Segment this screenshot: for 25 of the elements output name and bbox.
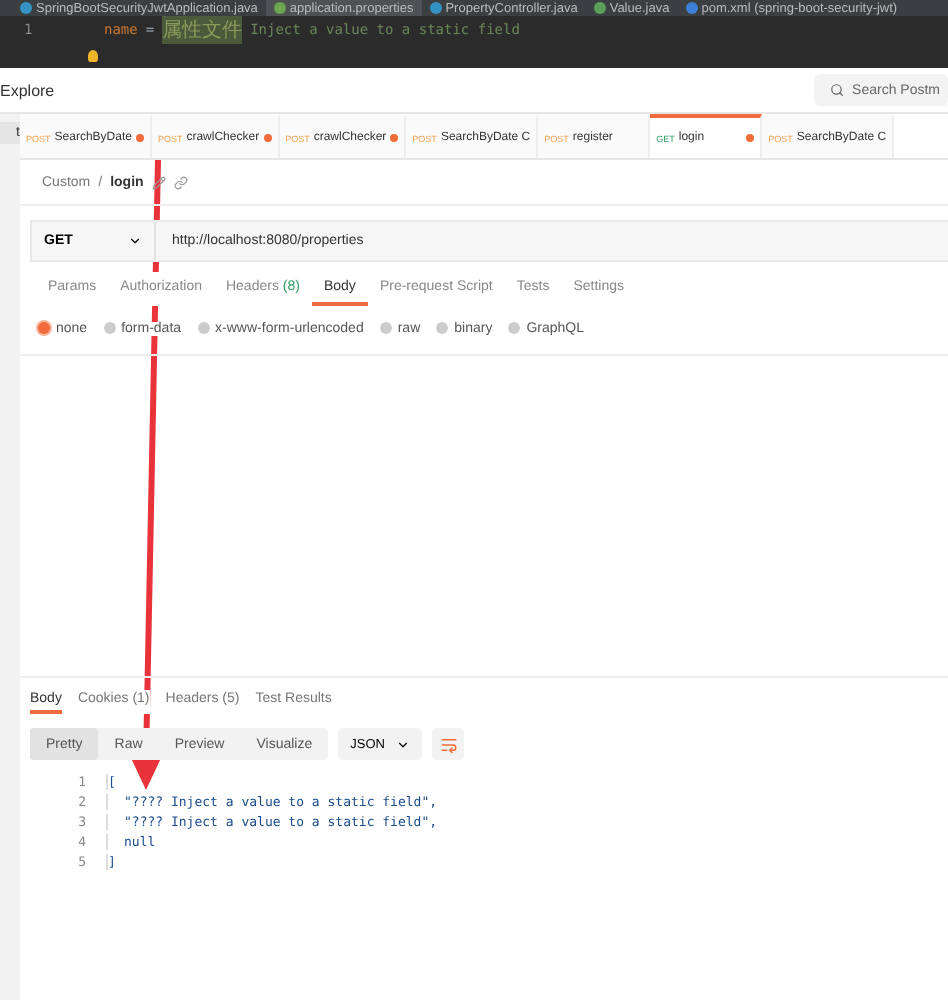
radio-button[interactable] (197, 322, 210, 334)
file-icon (20, 2, 32, 15)
file-icon (273, 2, 286, 15)
unsaved-dot (135, 134, 144, 142)
radio-button[interactable] (508, 322, 521, 334)
page-title: Explore (0, 81, 55, 99)
unsaved-dot (390, 134, 399, 142)
radio-button[interactable] (103, 322, 116, 334)
search-icon (830, 82, 845, 98)
link-icon[interactable] (173, 175, 188, 189)
chevron-down-icon (128, 234, 142, 248)
unsaved-dot (746, 134, 755, 142)
wrap-button[interactable] (432, 728, 465, 760)
pencil-icon[interactable] (151, 175, 166, 189)
lightbulb-icon[interactable] (88, 50, 98, 63)
unsaved-dot (263, 134, 272, 142)
file-icon (593, 2, 606, 15)
wrap-lines-icon (439, 735, 458, 753)
file-icon (429, 2, 442, 15)
property-value: 属性文件 (162, 16, 243, 45)
radio-button[interactable] (379, 322, 392, 334)
radio-button[interactable] (38, 322, 50, 334)
file-icon (685, 2, 698, 15)
chevron-down-icon (396, 737, 411, 751)
radio-button[interactable] (436, 322, 449, 334)
